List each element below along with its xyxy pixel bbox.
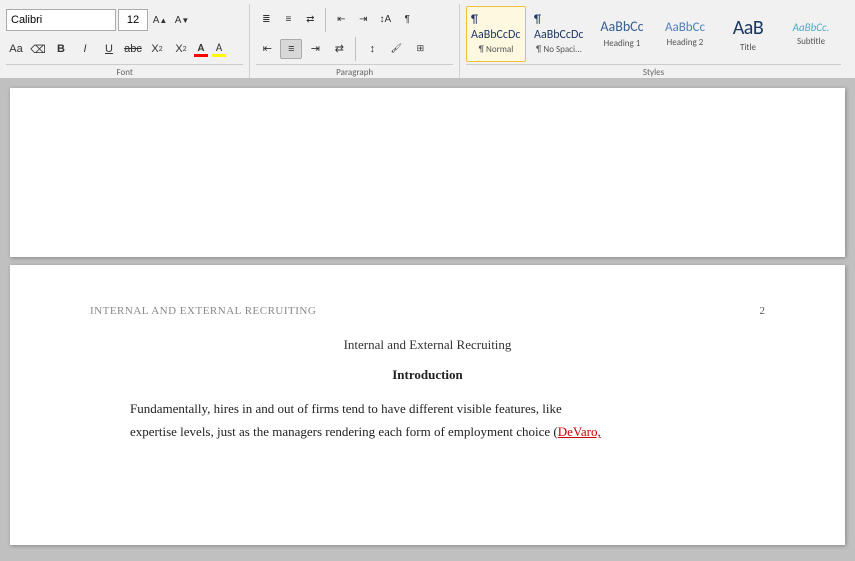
style-normal-btn[interactable]: ¶ AaBbCcDc ¶ Normal bbox=[466, 6, 526, 62]
justify-btn[interactable]: ⇄ bbox=[328, 39, 350, 59]
page-number: 2 bbox=[760, 305, 766, 317]
citation-link: DeVaro, bbox=[558, 424, 601, 439]
style-nospace-btn[interactable]: ¶ AaBbCcDc ¶ No Spaci... bbox=[529, 6, 589, 62]
page-header: INTERNAL AND EXTERNAL RECRUITING 2 bbox=[90, 305, 765, 317]
paragraph-2: expertise levels, just as the managers r… bbox=[90, 420, 765, 443]
change-case-btn[interactable]: Aa bbox=[6, 40, 26, 58]
strikethrough-btn[interactable]: abc bbox=[122, 39, 144, 59]
font-size-grow-btn[interactable]: A▲ bbox=[150, 11, 170, 29]
font-group-label: Font bbox=[6, 64, 243, 78]
numbering-btn[interactable]: ≡ bbox=[278, 11, 298, 29]
italic-btn[interactable]: I bbox=[74, 39, 96, 59]
running-head: INTERNAL AND EXTERNAL RECRUITING bbox=[90, 305, 316, 317]
style-h2-btn[interactable]: AaBbCc Heading 2 bbox=[655, 6, 715, 62]
section-heading: Introduction bbox=[90, 367, 765, 383]
document-area: INTERNAL AND EXTERNAL RECRUITING 2 Inter… bbox=[0, 80, 855, 553]
subscript-btn[interactable]: X2 bbox=[146, 39, 168, 59]
styles-group-label: Styles bbox=[466, 64, 841, 78]
align-center-btn[interactable]: ≡ bbox=[280, 39, 302, 59]
borders-btn[interactable]: ⊞ bbox=[409, 39, 431, 59]
document-title: Internal and External Recruiting bbox=[90, 337, 765, 353]
style-h1-btn[interactable]: AaBbCc Heading 1 bbox=[592, 6, 652, 62]
show-para-btn[interactable]: ¶ bbox=[397, 11, 417, 29]
paragraph-group-label: Paragraph bbox=[256, 64, 453, 78]
bullets-btn[interactable]: ≣ bbox=[256, 11, 276, 29]
highlight-color-btn[interactable]: A bbox=[212, 41, 226, 57]
paragraph-group: ≣ ≡ ⇄ ⇤ ⇥ ↕A ¶ ⇤ ≡ ⇥ ⇄ ↕ 🖌 bbox=[256, 4, 460, 78]
style-title-btn[interactable]: AaB Title bbox=[718, 6, 778, 62]
align-left-btn[interactable]: ⇤ bbox=[256, 39, 278, 59]
bold-btn[interactable]: B bbox=[50, 39, 72, 59]
page-2: INTERNAL AND EXTERNAL RECRUITING 2 Inter… bbox=[10, 265, 845, 545]
styles-group: ¶ AaBbCcDc ¶ Normal ¶ AaBbCcDc ¶ No Spac… bbox=[466, 4, 847, 78]
shading-btn[interactable]: 🖌 bbox=[385, 39, 407, 59]
decrease-indent-btn[interactable]: ⇤ bbox=[331, 11, 351, 29]
paragraph-1: Fundamentally, hires in and out of firms… bbox=[90, 397, 765, 420]
clear-format-btn[interactable]: ⌫ bbox=[28, 40, 48, 58]
increase-indent-btn[interactable]: ⇥ bbox=[353, 11, 373, 29]
font-color-btn[interactable]: A bbox=[194, 41, 208, 57]
font-group: A▲ A▼ Aa ⌫ B I U abc X2 X2 A bbox=[6, 4, 250, 78]
multilevel-list-btn[interactable]: ⇄ bbox=[300, 11, 320, 29]
sort-btn[interactable]: ↕A bbox=[375, 11, 395, 29]
line-spacing-btn[interactable]: ↕ bbox=[361, 39, 383, 59]
ribbon-toolbar: A▲ A▼ Aa ⌫ B I U abc X2 X2 A bbox=[0, 0, 855, 80]
superscript-btn[interactable]: X2 bbox=[170, 39, 192, 59]
font-name-input[interactable] bbox=[6, 9, 116, 31]
underline-btn[interactable]: U bbox=[98, 39, 120, 59]
page-1 bbox=[10, 88, 845, 257]
align-right-btn[interactable]: ⇥ bbox=[304, 39, 326, 59]
style-subtitle-btn[interactable]: AaBbCc. Subtitle bbox=[781, 6, 841, 62]
font-size-shrink-btn[interactable]: A▼ bbox=[172, 11, 192, 29]
font-size-input[interactable] bbox=[118, 9, 148, 31]
